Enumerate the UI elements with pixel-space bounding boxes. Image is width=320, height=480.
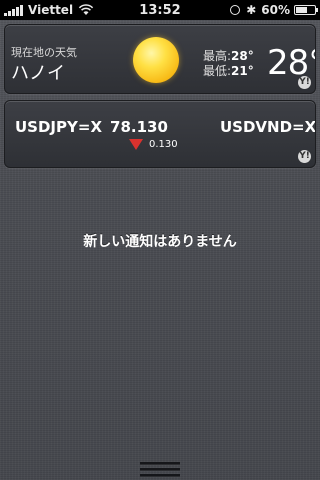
low-label: 最低:: [203, 64, 232, 78]
stock-item[interactable]: USDVND=X: [220, 118, 316, 136]
stock-symbol: USDJPY=X: [15, 118, 103, 136]
stock-price: 78.130: [110, 118, 168, 136]
bluetooth-icon: ✱: [246, 3, 257, 17]
status-bar: Viettel 13:52 ✱ 60%: [0, 0, 320, 20]
change-value: 0.130: [149, 139, 178, 150]
down-arrow-icon: [129, 139, 143, 150]
sun-icon: [133, 37, 179, 83]
stock-symbol: USDVND=X: [220, 118, 316, 136]
low-value: 21°: [231, 64, 254, 78]
no-notifications-message: 新しい通知はありません: [83, 234, 237, 250]
yahoo-logo-icon[interactable]: Y!: [298, 76, 311, 89]
stocks-widget[interactable]: USDJPY=X 78.130 0.130 USDVND=X Y!: [4, 100, 316, 168]
notification-center: Viettel 13:52 ✱ 60% 現在地の天気 ハノイ 最高:28° 最低…: [0, 0, 320, 480]
high-label: 最高:: [203, 49, 232, 63]
stock-change: 0.130: [129, 139, 178, 150]
drag-handle[interactable]: [140, 462, 180, 480]
weather-widget[interactable]: 現在地の天気 ハノイ 最高:28° 最低:21° 28° Y!: [4, 24, 316, 94]
battery-percent: 60%: [261, 3, 290, 17]
battery-fill: [296, 7, 307, 13]
yahoo-logo-icon[interactable]: Y!: [298, 150, 311, 163]
battery-icon: [294, 5, 318, 15]
stock-item[interactable]: USDJPY=X 78.130: [15, 118, 168, 136]
high-value: 28°: [231, 49, 254, 63]
low-temp: 最低:21°: [203, 62, 254, 79]
city-name: ハノイ: [11, 63, 65, 84]
alarm-clock-icon: [230, 5, 241, 15]
location-label: 現在地の天気: [11, 46, 77, 59]
